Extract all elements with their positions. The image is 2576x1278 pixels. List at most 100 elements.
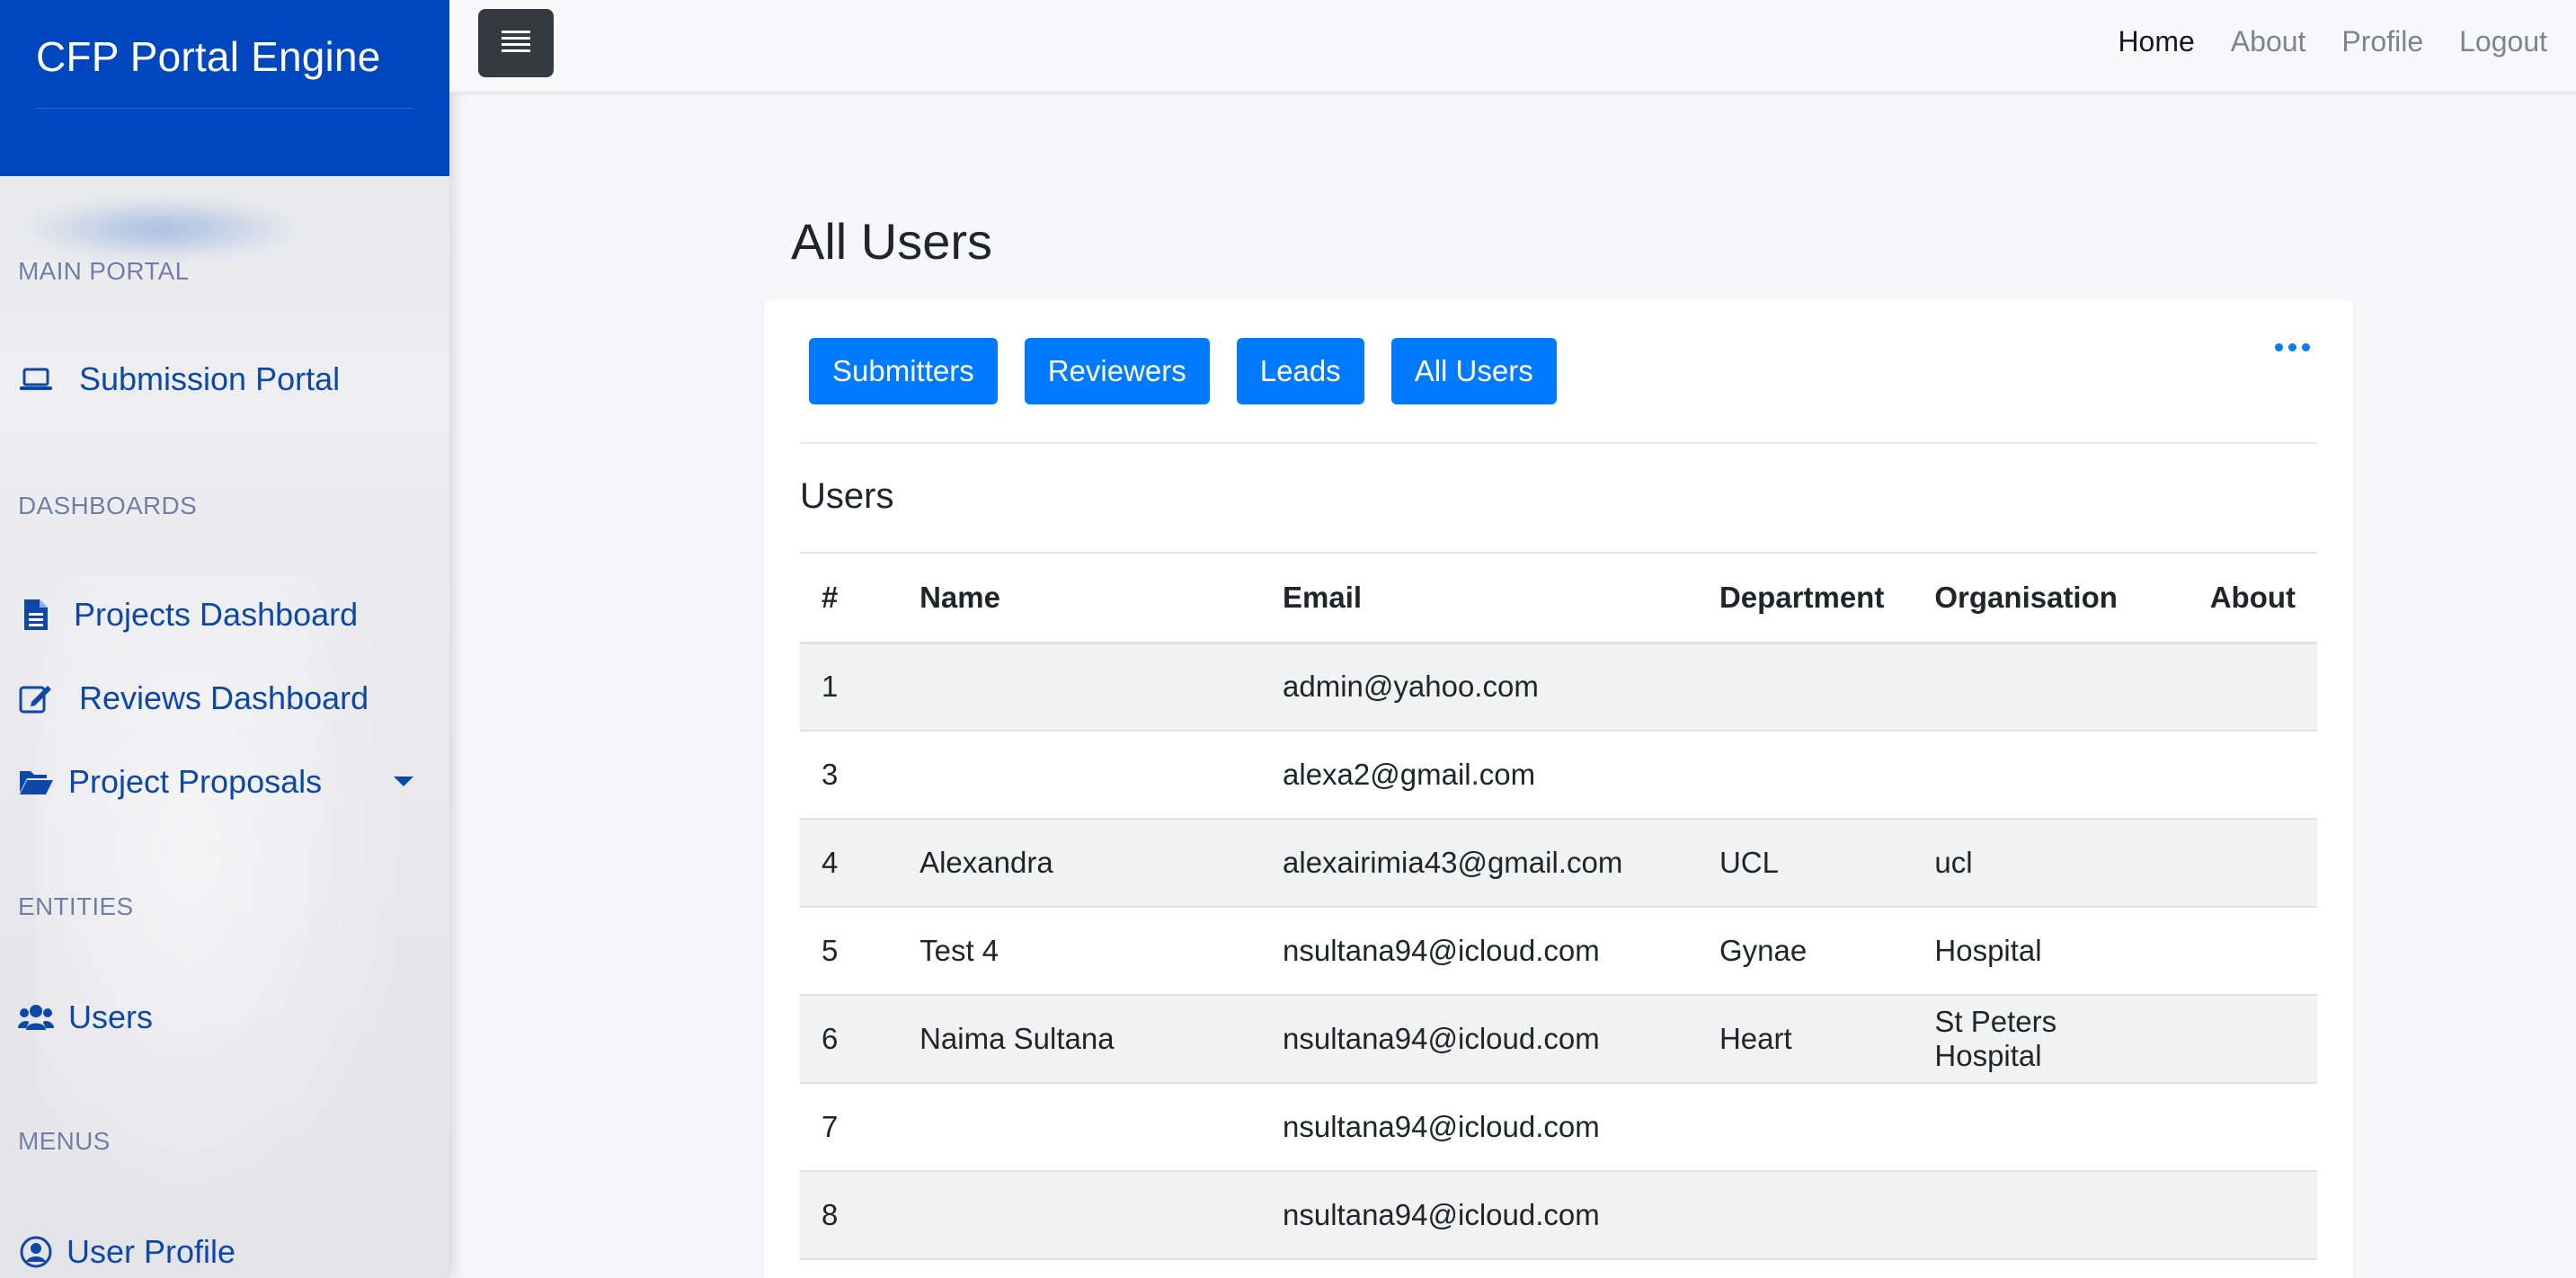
table-row[interactable]: 5 Test 4 nsultana94@icloud.com Gynae Hos… (800, 907, 2317, 996)
page-title: All Users (791, 213, 993, 270)
table-header-row: # Name Email Department Organisation Abo… (800, 552, 2317, 644)
menu-icon (502, 30, 530, 58)
cell-email: alexairimia43@gmail.com (1261, 819, 1698, 908)
section-heading-dashboards: DASHBOARDS (18, 492, 198, 519)
cell-organisation (1913, 643, 2189, 732)
cell-about (2188, 907, 2317, 996)
cell-name (898, 643, 1262, 732)
cell-name (898, 1171, 1262, 1260)
sidebar-item-user-profile[interactable]: User Profile (18, 1225, 422, 1278)
user-circle-icon (18, 1234, 54, 1270)
header-name: Name (898, 552, 1262, 644)
users-section-title: Users (800, 476, 894, 516)
header-email: Email (1261, 552, 1698, 644)
brand-header: CFP Portal Engine (0, 0, 449, 176)
sidebar: CFP Portal Engine MAIN PORTAL Submission… (0, 0, 449, 1278)
users-table: # Name Email Department Organisation Abo… (800, 552, 2317, 1260)
cell-num: 3 (800, 731, 899, 820)
reviewers-button[interactable]: Reviewers (1024, 338, 1210, 404)
cell-num: 5 (800, 907, 899, 996)
cell-organisation (1913, 731, 2189, 820)
chevron-down-icon[interactable] (394, 777, 413, 786)
section-heading-entities: ENTITIES (18, 892, 134, 920)
brand-divider (36, 108, 413, 109)
sidebar-item-users[interactable]: Users (18, 990, 422, 1044)
cell-department (1697, 1083, 1914, 1172)
cell-num: 6 (800, 995, 899, 1084)
cell-num: 8 (800, 1171, 899, 1260)
table-row[interactable]: 4 Alexandra alexairimia43@gmail.com UCL … (800, 819, 2317, 908)
sidebar-toggle-button[interactable] (478, 9, 554, 77)
sidebar-item-label: User Profile (67, 1233, 236, 1270)
nav-link-profile[interactable]: Profile (2341, 25, 2423, 58)
top-navbar: Home About Profile Logout (449, 0, 2576, 93)
cell-email: nsultana94@icloud.com (1261, 907, 1698, 996)
table-row[interactable]: 7 nsultana94@icloud.com (800, 1083, 2317, 1172)
cell-email: alexa2@gmail.com (1261, 731, 1698, 820)
header-organisation: Organisation (1913, 552, 2189, 644)
cell-organisation (1913, 1171, 2189, 1260)
header-department: Department (1697, 552, 1914, 644)
brand-title[interactable]: CFP Portal Engine (36, 32, 381, 81)
cell-department: Heart (1697, 995, 1914, 1084)
cell-name (898, 1083, 1262, 1172)
file-icon (18, 597, 54, 633)
ellipsis-icon[interactable] (2271, 340, 2314, 355)
laptop-icon (18, 361, 54, 397)
sidebar-item-project-proposals[interactable]: Project Proposals (18, 755, 422, 809)
cell-about (2188, 819, 2317, 908)
cell-name: Test 4 (898, 907, 1262, 996)
users-card: Submitters Reviewers Leads All Users Use… (764, 300, 2353, 1278)
submitters-button[interactable]: Submitters (809, 338, 998, 404)
leads-button[interactable]: Leads (1236, 338, 1364, 404)
cell-name: Naima Sultana (898, 995, 1262, 1084)
cell-email: nsultana94@icloud.com (1261, 1171, 1698, 1260)
sidebar-item-label: Users (68, 998, 154, 1035)
sidebar-item-label: Project Proposals (68, 763, 323, 800)
nav-link-logout[interactable]: Logout (2459, 25, 2547, 58)
cell-department: Gynae (1697, 907, 1914, 996)
all-users-button[interactable]: All Users (1390, 338, 1557, 404)
cell-organisation: ucl (1913, 819, 2189, 908)
card-divider (800, 442, 2317, 444)
table-row[interactable]: 6 Naima Sultana nsultana94@icloud.com He… (800, 995, 2317, 1084)
cell-about (2188, 1083, 2317, 1172)
table-row[interactable]: 1 admin@yahoo.com (800, 643, 2317, 732)
nav-link-home[interactable]: Home (2118, 25, 2194, 58)
cell-department: UCL (1697, 819, 1914, 908)
top-nav-links: Home About Profile Logout (2118, 25, 2547, 58)
sidebar-item-projects-dashboard[interactable]: Projects Dashboard (18, 588, 422, 642)
cell-about (2188, 1171, 2317, 1260)
folder-open-icon (18, 764, 54, 800)
cell-email: nsultana94@icloud.com (1261, 1083, 1698, 1172)
cell-department (1697, 731, 1914, 820)
cell-organisation: Hospital (1913, 907, 2189, 996)
cell-about (2188, 995, 2317, 1084)
section-heading-menus: MENUS (18, 1127, 111, 1155)
nav-link-about[interactable]: About (2231, 25, 2306, 58)
cell-organisation: St Peters Hospital (1913, 995, 2189, 1084)
cell-about (2188, 731, 2317, 820)
cell-name: Alexandra (898, 819, 1262, 908)
sidebar-item-reviews-dashboard[interactable]: Reviews Dashboard (18, 671, 422, 725)
user-filter-buttons: Submitters Reviewers Leads All Users (809, 338, 1557, 404)
header-about: About (2188, 552, 2317, 644)
cell-department (1697, 643, 1914, 732)
table-row[interactable]: 3 alexa2@gmail.com (800, 731, 2317, 820)
cell-email: nsultana94@icloud.com (1261, 995, 1698, 1084)
cell-num: 1 (800, 643, 899, 732)
cell-num: 7 (800, 1083, 899, 1172)
cell-department (1697, 1171, 1914, 1260)
edit-icon (18, 680, 54, 716)
users-icon (18, 999, 54, 1035)
section-heading-main-portal: MAIN PORTAL (18, 257, 190, 285)
sidebar-item-label: Reviews Dashboard (79, 679, 369, 716)
sidebar-item-label: Projects Dashboard (74, 596, 359, 633)
cell-email: admin@yahoo.com (1261, 643, 1698, 732)
cell-organisation (1913, 1083, 2189, 1172)
cell-name (898, 731, 1262, 820)
cell-about (2188, 643, 2317, 732)
sidebar-item-submission-portal[interactable]: Submission Portal (18, 352, 422, 406)
cell-num: 4 (800, 819, 899, 908)
table-row[interactable]: 8 nsultana94@icloud.com (800, 1171, 2317, 1260)
